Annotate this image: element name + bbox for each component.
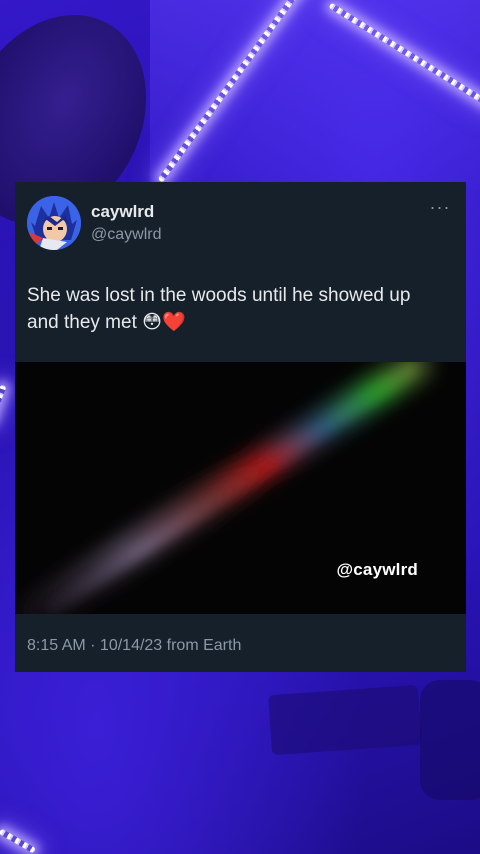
tweet-timestamp[interactable]: 8:15 AM · 10/14/23 from Earth	[27, 637, 241, 655]
flushed-face-emoji: 😳	[142, 311, 162, 333]
avatar[interactable]	[27, 196, 81, 250]
tweet-text-line-2: and they met 😳❤️	[27, 309, 452, 336]
display-name[interactable]: caywlrd	[91, 202, 154, 222]
media-watermark: @caywlrd	[336, 560, 418, 579]
tweet-text-line-1: She was lost in the woods until he showe…	[27, 285, 411, 306]
tweet-text: She was lost in the woods until he showe…	[27, 282, 452, 336]
background-object	[268, 684, 422, 756]
tweet-media[interactable]: @caywlrd	[15, 362, 466, 614]
red-heart-emoji: ❤️	[161, 311, 186, 333]
user-handle[interactable]: @caywlrd	[91, 226, 161, 244]
avatar-icon	[27, 196, 81, 250]
more-options-icon[interactable]: ···	[428, 198, 452, 222]
background-wall	[150, 0, 480, 190]
background-object-right	[420, 680, 480, 800]
tweet-card[interactable]: caywlrd @caywlrd ··· She was lost in the…	[15, 182, 466, 672]
tweet-text-line-2-words: and they met	[27, 312, 137, 333]
